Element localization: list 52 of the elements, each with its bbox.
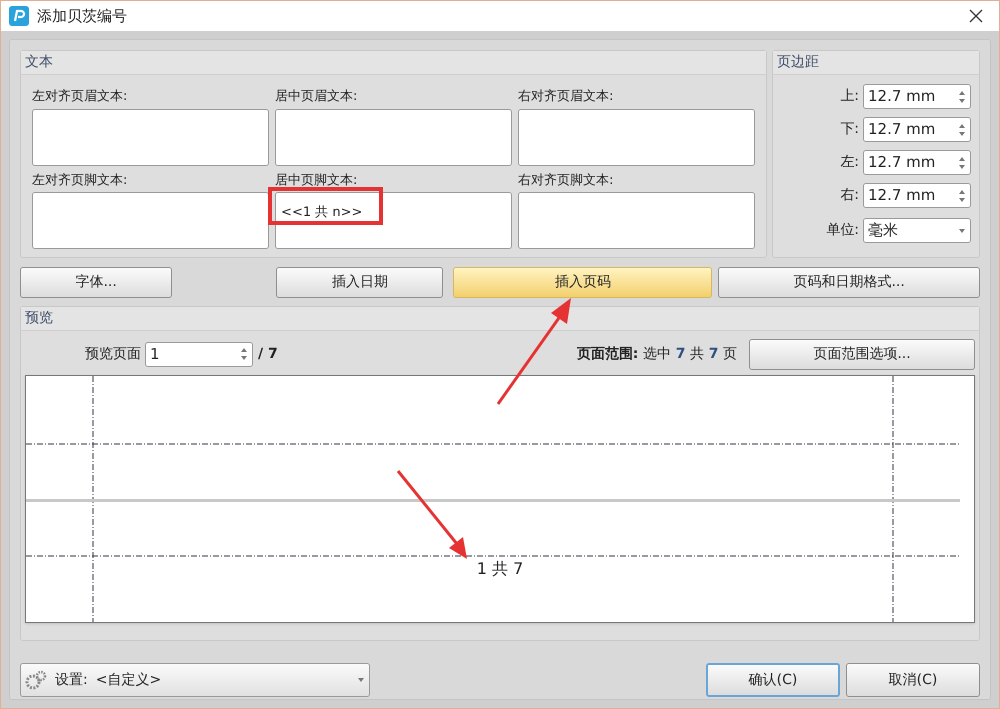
dialog-button[interactable]: 确认(C) bbox=[706, 663, 840, 697]
text-area[interactable] bbox=[518, 192, 756, 249]
margin-label: 下: bbox=[840, 120, 859, 139]
settings-dropdown[interactable]: 设置: <自定义> bbox=[20, 663, 370, 697]
field-label: 右对齐页眉文本: bbox=[518, 88, 614, 106]
gears-icon bbox=[25, 670, 47, 690]
group-title: 页边距 bbox=[777, 53, 820, 72]
margin-spinbox[interactable]: 12.7 mm bbox=[863, 150, 971, 175]
field-label: 左对齐页眉文本: bbox=[32, 88, 128, 106]
text-area[interactable] bbox=[275, 108, 512, 166]
spinner-arrows-icon[interactable] bbox=[958, 188, 966, 202]
text-area[interactable] bbox=[32, 192, 270, 249]
preview-page-label: 预览页面 bbox=[85, 344, 141, 364]
margin-label: 左: bbox=[840, 153, 859, 172]
footer-page-number: 1 共 7 bbox=[476, 558, 524, 580]
toolbar-button[interactable]: 插入页码 bbox=[453, 266, 712, 298]
app-logo-icon bbox=[9, 6, 29, 26]
toolbar-button[interactable]: 插入日期 bbox=[276, 266, 444, 298]
spinner-arrows-icon[interactable] bbox=[240, 347, 248, 361]
text-area[interactable]: <<1 共 n>> bbox=[275, 192, 512, 249]
toolbar-button[interactable]: 字体... bbox=[20, 266, 172, 298]
page-range-text: 页面范围: 选中 7 共 7 页 bbox=[576, 344, 737, 364]
spinner-arrows-icon[interactable] bbox=[958, 122, 966, 136]
field-label: 右对齐页脚文本: bbox=[518, 172, 614, 190]
dropdown-caret-icon[interactable] bbox=[958, 228, 966, 234]
page-total: / 7 bbox=[258, 344, 278, 364]
spinner-arrows-icon[interactable] bbox=[958, 90, 966, 104]
text-area[interactable] bbox=[518, 108, 756, 166]
field-label: 左对齐页脚文本: bbox=[32, 172, 128, 190]
dialog-button[interactable]: 取消(C) bbox=[846, 663, 980, 697]
field-label: 居中页眉文本: bbox=[275, 88, 358, 106]
preview-page-spinbox[interactable]: 1 bbox=[145, 342, 253, 366]
group-title: 文本 bbox=[25, 53, 53, 72]
unit-dropdown[interactable]: 毫米 bbox=[863, 218, 971, 243]
margin-spinbox[interactable]: 12.7 mm bbox=[863, 117, 971, 142]
margin-spinbox[interactable]: 12.7 mm bbox=[863, 84, 971, 109]
margin-label: 右: bbox=[840, 186, 859, 205]
text-area[interactable] bbox=[32, 108, 270, 166]
margin-spinbox[interactable]: 12.7 mm bbox=[863, 183, 971, 208]
field-label: 居中页脚文本: bbox=[275, 172, 358, 190]
group-title: 预览 bbox=[25, 309, 53, 328]
spinner-arrows-icon[interactable] bbox=[958, 156, 966, 170]
field-value: <<1 共 n>> bbox=[281, 205, 362, 220]
dropdown-caret-icon[interactable] bbox=[357, 677, 365, 683]
page-range-options-button[interactable]: 页面范围选项... bbox=[749, 338, 975, 370]
margin-label: 上: bbox=[840, 87, 859, 106]
window-title: 添加贝茨编号 bbox=[37, 6, 128, 27]
close-icon[interactable] bbox=[969, 9, 983, 23]
unit-label: 单位: bbox=[826, 221, 859, 240]
toolbar-button[interactable]: 页码和日期格式... bbox=[718, 266, 980, 298]
settings-label: 设置: bbox=[55, 670, 88, 690]
settings-value: <自定义> bbox=[96, 670, 162, 690]
